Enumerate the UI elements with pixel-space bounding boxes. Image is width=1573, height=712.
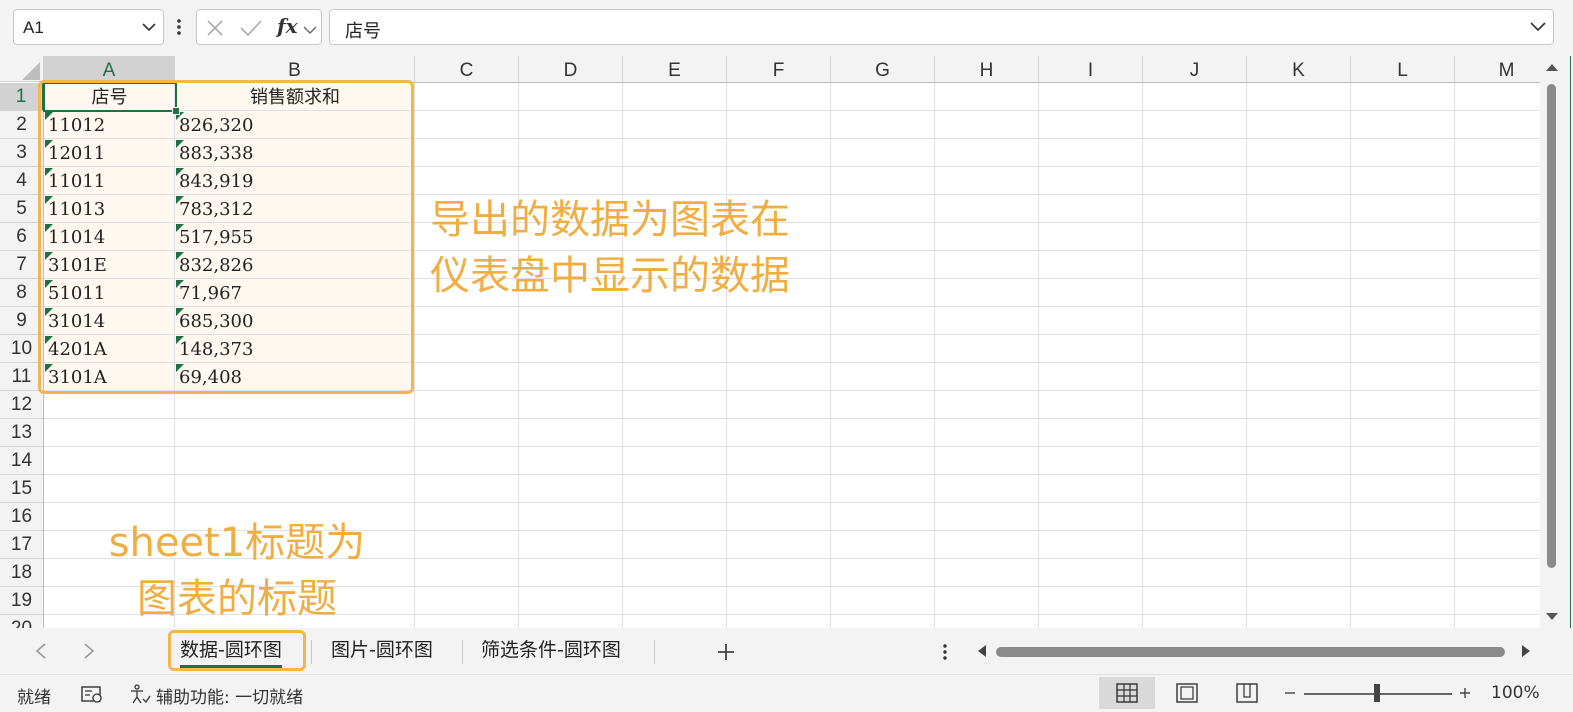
gridline-vertical [1142,83,1143,628]
status-ready: 就绪 [17,688,51,708]
column-header-m[interactable]: M [1455,56,1540,83]
row-header-14[interactable]: 14 [0,447,44,475]
name-box-value: A1 [23,18,44,37]
chevron-down-icon[interactable] [141,19,157,35]
gridline-vertical [1454,83,1455,628]
more-options-icon[interactable] [940,643,950,661]
data-note-line1: 导出的数据为图表在 [430,197,790,243]
horizontal-scroll-thumb[interactable] [996,647,1505,657]
column-header-f[interactable]: F [727,56,831,83]
tab-highlight-box [168,630,306,671]
accessibility-icon[interactable] [128,683,152,705]
gridline-horizontal [44,418,1540,419]
chevron-right-icon[interactable] [82,642,96,660]
page-break-icon [1236,683,1258,703]
tab-divider [462,640,463,664]
tab-divider [311,640,312,664]
gridline-horizontal [44,502,1540,503]
sheet-note-line1: sheet1标题为 [108,520,366,566]
gridline-vertical [518,83,519,628]
page-layout-view-button[interactable] [1159,677,1215,709]
gridline-horizontal [44,474,1540,475]
column-header-i[interactable]: I [1039,56,1143,83]
status-bar: 就绪 辅助功能: 一切就绪 100% [0,674,1573,711]
expand-formula-bar-icon[interactable] [1529,19,1547,35]
gridline-vertical [830,83,831,628]
zoom-in-icon[interactable] [1459,687,1471,699]
gridline-vertical [1038,83,1039,628]
worksheet-grid[interactable]: ABCDEFGHIJKLM 1 2 3 4 5 6 7 8 9 10 11 12 13 14 15 16 17 1… [0,56,1540,628]
column-header-e[interactable]: E [623,56,727,83]
cancel-icon[interactable] [205,18,225,38]
enter-check-icon[interactable] [239,18,263,38]
chevron-down-icon[interactable] [303,20,317,40]
gridline-vertical [1350,83,1351,628]
row-header-18[interactable]: 18 [0,559,44,587]
tab-sheet-image[interactable]: 图片-圆环图 [331,636,433,666]
vertical-scroll-thumb[interactable] [1547,84,1556,568]
tab-divider [654,640,655,664]
gridline-vertical [726,83,727,628]
zoom-level[interactable]: 100% [1491,683,1540,703]
column-header-h[interactable]: H [935,56,1039,83]
add-sheet-icon[interactable] [716,642,736,662]
insert-function-button[interactable]: fx [277,14,298,38]
data-note-line2: 仪表盘中显示的数据 [430,253,790,299]
scroll-right-icon[interactable] [1520,644,1532,658]
formula-buttons: fx [196,9,322,45]
gridline-vertical [934,83,935,628]
cell-mode-icon[interactable] [80,684,104,704]
row-header-19[interactable]: 19 [0,587,44,615]
gridline-vertical [1246,83,1247,628]
page-layout-icon [1176,683,1198,703]
accessibility-status[interactable]: 辅助功能: 一切就绪 [156,683,303,708]
select-all-corner[interactable] [0,56,44,82]
column-header-g[interactable]: G [831,56,935,83]
row-header-12[interactable]: 12 [0,391,44,419]
grid-view-icon [1116,683,1138,703]
sheet-note-line2: 图表的标题 [137,576,337,622]
page-break-view-button[interactable] [1219,677,1275,709]
tab-label: 筛选条件-圆环图 [481,639,621,661]
column-header-a[interactable]: A [44,56,175,83]
scroll-left-icon[interactable] [976,644,988,658]
gridline-vertical [414,83,415,628]
zoom-out-icon[interactable] [1284,687,1296,699]
column-header-b[interactable]: B [175,56,415,83]
column-header-l[interactable]: L [1351,56,1455,83]
select-all-triangle-icon [22,62,40,80]
scroll-down-icon[interactable] [1545,612,1559,622]
gridline-vertical [622,83,623,628]
more-options-icon[interactable] [171,16,187,38]
row-header-20[interactable]: 20 [0,615,44,628]
column-header-j[interactable]: J [1143,56,1247,83]
vertical-scrollbar[interactable] [1540,56,1566,628]
scroll-up-icon[interactable] [1545,62,1559,72]
row-header-17[interactable]: 17 [0,531,44,559]
gridline-horizontal [44,446,1540,447]
data-highlight-box [38,80,414,394]
formula-bar: A1 fx 店号 [0,0,1573,56]
formula-input[interactable]: 店号 [329,9,1554,45]
row-header-16[interactable]: 16 [0,503,44,531]
tab-label: 图片-圆环图 [331,639,433,661]
zoom-slider-thumb[interactable] [1374,684,1380,702]
column-header-c[interactable]: C [415,56,519,83]
tab-sheet-filter[interactable]: 筛选条件-圆环图 [481,636,621,666]
row-header-15[interactable]: 15 [0,475,44,503]
normal-view-button[interactable] [1099,677,1155,709]
name-box[interactable]: A1 [13,9,164,45]
formula-input-value: 店号 [345,21,381,42]
column-header-d[interactable]: D [519,56,623,83]
sheet-tab-bar: 数据-圆环图 图片-圆环图 筛选条件-圆环图 [0,628,1573,674]
horizontal-scrollbar[interactable] [972,640,1536,662]
column-header-k[interactable]: K [1247,56,1351,83]
chevron-left-icon[interactable] [34,642,48,660]
row-header-13[interactable]: 13 [0,419,44,447]
